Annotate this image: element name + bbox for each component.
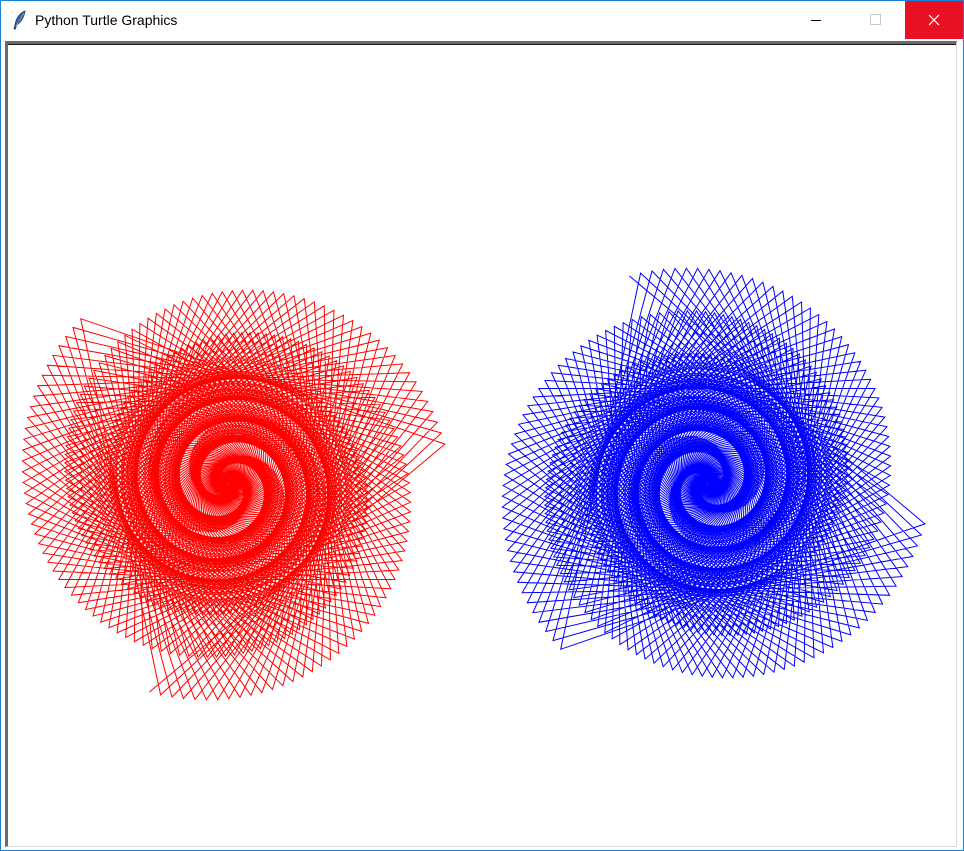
maximize-icon	[870, 14, 881, 25]
turtle-canvas-frame	[5, 41, 957, 847]
maximize-button[interactable]	[846, 1, 904, 39]
window-title: Python Turtle Graphics	[35, 12, 178, 28]
spiral-blue-path	[501, 267, 926, 679]
red-spiral	[21, 289, 446, 701]
close-icon	[928, 14, 940, 26]
turtle-canvas	[21, 267, 926, 701]
minimize-icon	[811, 20, 821, 21]
feather-icon	[12, 10, 28, 30]
turtle-window: Python Turtle Graphics	[0, 0, 964, 851]
title-bar[interactable]: Python Turtle Graphics	[1, 1, 963, 39]
minimize-button[interactable]	[787, 1, 845, 39]
spiral-red-path	[21, 289, 446, 701]
close-button[interactable]	[905, 1, 963, 39]
blue-spiral	[501, 267, 926, 679]
